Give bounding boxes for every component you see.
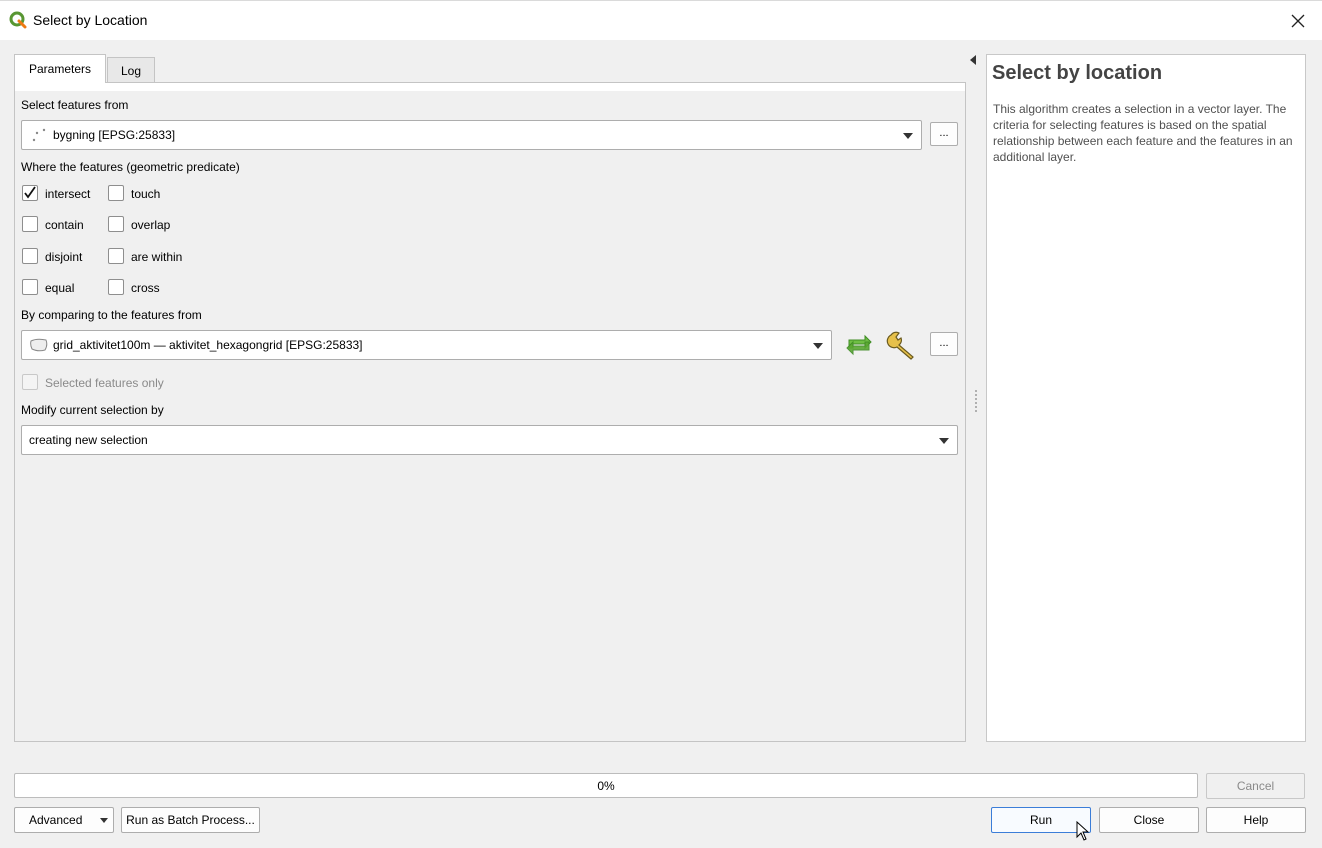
progress-text: 0% xyxy=(597,779,615,793)
predicate-label: Where the features (geometric predicate) xyxy=(21,160,240,174)
intersect-layer-value: grid_aktivitet100m — aktivitet_hexagongr… xyxy=(53,338,363,352)
checkbox-are-within[interactable] xyxy=(108,248,124,264)
input-layer-combo[interactable]: bygning [EPSG:25833] xyxy=(21,120,922,150)
point-layer-icon xyxy=(31,128,47,145)
advanced-button-label: Advanced xyxy=(29,813,83,827)
select-features-label: Select features from xyxy=(21,98,129,112)
iterate-over-features-icon[interactable] xyxy=(843,331,875,359)
tab-log[interactable]: Log xyxy=(107,57,155,83)
chevron-down-icon xyxy=(100,818,108,823)
checkbox-overlap[interactable] xyxy=(108,216,124,232)
chevron-down-icon xyxy=(903,133,913,139)
checkbox-touch[interactable] xyxy=(108,185,124,201)
checkmark-icon xyxy=(24,186,36,199)
method-combo[interactable]: creating new selection xyxy=(21,425,958,455)
checkbox-cross[interactable] xyxy=(108,279,124,295)
predicate-intersect-label: intersect xyxy=(45,187,91,201)
checkbox-contain[interactable] xyxy=(22,216,38,232)
intersect-layer-browse-button[interactable]: ... xyxy=(930,332,958,356)
cancel-button[interactable]: Cancel xyxy=(1206,773,1305,799)
predicate-disjoint-label: disjoint xyxy=(45,250,83,264)
advanced-button[interactable]: Advanced xyxy=(14,807,114,833)
close-button[interactable]: Close xyxy=(1099,807,1199,833)
input-layer-value: bygning [EPSG:25833] xyxy=(53,128,176,142)
predicate-are-within-label: are within xyxy=(131,250,183,264)
selected-features-only-label: Selected features only xyxy=(45,376,164,390)
checkbox-intersect[interactable] xyxy=(22,185,38,201)
chevron-down-icon xyxy=(813,343,823,349)
predicate-cross-label: cross xyxy=(131,281,160,295)
polygon-layer-icon xyxy=(29,338,49,355)
compare-layer-label: By comparing to the features from xyxy=(21,308,202,322)
mouse-cursor-icon xyxy=(1076,820,1090,844)
wrench-icon[interactable] xyxy=(886,329,920,361)
input-layer-browse-button[interactable]: ... xyxy=(930,122,958,146)
help-title: Select by location xyxy=(992,62,1163,84)
splitter-handle[interactable] xyxy=(975,390,977,412)
progress-bar: 0% xyxy=(14,773,1198,798)
collapse-panel-icon[interactable] xyxy=(970,55,976,65)
help-description: This algorithm creates a selection in a … xyxy=(993,102,1293,164)
help-button[interactable]: Help xyxy=(1206,807,1306,833)
tab-parameters[interactable]: Parameters xyxy=(14,54,106,83)
run-batch-button[interactable]: Run as Batch Process... xyxy=(121,807,260,833)
checkbox-disjoint[interactable] xyxy=(22,248,38,264)
parameters-panel-top xyxy=(15,83,965,91)
predicate-contain-label: contain xyxy=(45,218,84,232)
intersect-layer-combo[interactable]: grid_aktivitet100m — aktivitet_hexagongr… xyxy=(21,330,832,360)
modify-selection-label: Modify current selection by xyxy=(21,403,164,417)
predicate-touch-label: touch xyxy=(131,187,161,201)
checkbox-selected-features-only[interactable] xyxy=(22,374,38,390)
predicate-equal-label: equal xyxy=(45,281,75,295)
qgis-logo-icon xyxy=(9,11,27,29)
predicate-overlap-label: overlap xyxy=(131,218,171,232)
close-icon[interactable] xyxy=(1285,8,1311,34)
chevron-down-icon xyxy=(939,438,949,444)
method-value: creating new selection xyxy=(29,433,148,447)
title-bar xyxy=(0,0,1322,40)
checkbox-equal[interactable] xyxy=(22,279,38,295)
window-title: Select by Location xyxy=(33,12,148,28)
